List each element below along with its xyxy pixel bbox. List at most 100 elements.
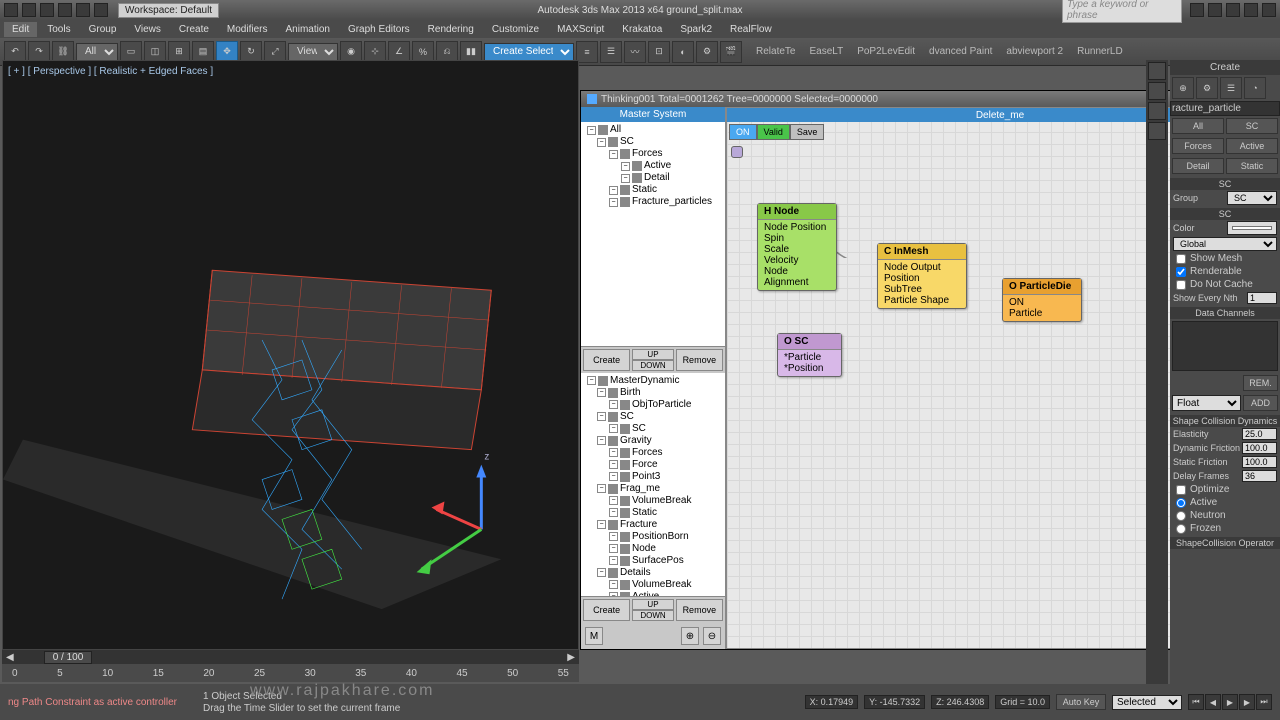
object-name-field[interactable] [1170,101,1280,116]
coord-x[interactable]: X: 0.17949 [805,695,859,709]
optimize-check[interactable] [1176,485,1186,495]
tree-item[interactable]: −MasterDynamic [583,375,723,387]
help-search[interactable]: Type a keyword or phrase [1062,0,1182,23]
forces-button[interactable]: Forces [1172,138,1224,154]
menu-maxscript[interactable]: MAXScript [549,22,612,37]
cp-icon-4[interactable]: ◔ [1244,77,1266,99]
open-icon[interactable] [40,3,54,17]
toolbar-extra[interactable]: abviewport 2 [1000,46,1069,57]
tree-item[interactable]: −Force [583,459,723,471]
tree-item[interactable]: −Static [583,184,723,196]
menu-graph editors[interactable]: Graph Editors [340,22,418,37]
create-button[interactable]: Create [583,349,630,371]
menu-customize[interactable]: Customize [484,22,547,37]
tree-item[interactable]: −VolumeBreak [583,579,723,591]
app-icon[interactable] [4,3,18,17]
goto-start-button[interactable]: ⏮ [1188,694,1204,710]
datachannels-rollout[interactable]: Data Channels [1170,307,1280,319]
toolbar-extra[interactable]: dvanced Paint [923,46,998,57]
delayframes-spinner[interactable] [1242,470,1277,482]
remove-button[interactable]: Remove [676,349,723,371]
valid-toggle[interactable]: Valid [757,124,790,140]
active-button[interactable]: Active [1226,138,1278,154]
sco-rollout[interactable]: ShapeCollision Operator [1170,537,1280,549]
tree-item[interactable]: −ObjToParticle [583,399,723,411]
scd-rollout[interactable]: Shape Collision Dynamics [1170,415,1280,427]
schematic-button[interactable]: ⊡ [648,41,670,63]
cp-icon-3[interactable]: ☰ [1220,77,1242,99]
group-tree[interactable]: −All−SC−Forces−Active−Detail−Static−Frac… [581,122,725,346]
detail-button[interactable]: Detail [1172,158,1224,174]
toolbar-extra[interactable]: EaseLT [803,46,849,57]
viewport-label[interactable]: [ + ] [ Perspective ] [ Realistic + Edge… [8,66,213,77]
sc-rollout-1[interactable]: SC [1170,178,1280,190]
help-icon[interactable] [1208,3,1222,17]
tree-item[interactable]: −SC [583,411,723,423]
dynamic-tree[interactable]: −MasterDynamic−Birth−ObjToParticle−SC−SC… [581,373,725,597]
remove-button-2[interactable]: Remove [676,599,723,621]
h-node[interactable]: H Node Node PositionSpinScaleVelocityNod… [757,203,837,291]
time-slider-handle[interactable]: 0 / 100 [44,651,93,664]
toolbar-extra[interactable]: PoP2LevEdit [851,46,921,57]
add-button[interactable]: ADD [1243,395,1278,411]
tree-item[interactable]: −SC [583,423,723,435]
undo-icon[interactable] [76,3,90,17]
play-button[interactable]: ▶ [1222,694,1238,710]
tree-item[interactable]: −Gravity [583,435,723,447]
menu-tools[interactable]: Tools [39,22,78,37]
min-icon[interactable] [1226,3,1240,17]
elasticity-spinner[interactable] [1242,428,1277,440]
coord-z[interactable]: Z: 246.4308 [931,695,989,709]
color-swatch[interactable] [1227,221,1277,235]
m-button[interactable]: M [585,627,603,645]
on-toggle[interactable]: ON [729,124,757,140]
tree-item[interactable]: −Point3 [583,471,723,483]
tool-btn-2[interactable]: ⊖ [703,627,721,645]
tool-btn-1[interactable]: ⊕ [681,627,699,645]
menu-modifiers[interactable]: Modifiers [219,22,276,37]
tree-item[interactable]: −All [583,124,723,136]
sc-button[interactable]: SC [1226,118,1278,134]
layers-button[interactable]: ☰ [600,41,622,63]
toolbar-extra[interactable]: RunnerLD [1071,46,1129,57]
redo-icon[interactable] [94,3,108,17]
neutron-radio[interactable] [1176,511,1186,521]
tree-item[interactable]: −SurfacePos [583,555,723,567]
menu-rendering[interactable]: Rendering [420,22,482,37]
group-select[interactable]: SC [1227,191,1277,205]
menu-group[interactable]: Group [81,22,125,37]
toolbar-extra[interactable]: RelateTe [750,46,801,57]
menu-realflow[interactable]: RealFlow [722,22,780,37]
render-setup-button[interactable]: ⚙ [696,41,718,63]
all-button[interactable]: All [1172,118,1224,134]
keymode-select[interactable]: Selected [1112,695,1182,710]
time-ruler[interactable]: 0510152025303540455055 [2,664,579,682]
cp-icon-2[interactable]: ⚙ [1196,77,1218,99]
menu-animation[interactable]: Animation [277,22,337,37]
align-button[interactable]: ≡ [576,41,598,63]
renderable-check[interactable] [1176,267,1186,277]
coord-y[interactable]: Y: -145.7332 [864,695,925,709]
create-button-2[interactable]: Create [583,599,630,621]
render-button[interactable]: 🎬 [720,41,742,63]
prev-frame-button[interactable]: ◀ [1205,694,1221,710]
tree-item[interactable]: −Fracture_particles [583,196,723,208]
frozen-radio[interactable] [1176,524,1186,534]
menu-krakatoa[interactable]: Krakatoa [614,22,670,37]
workspace-selector[interactable]: Workspace: Default [118,3,219,18]
o-sc-node[interactable]: O SC *Particle*Position [777,333,842,377]
input-socket[interactable] [731,146,743,158]
tree-item[interactable]: −Birth [583,387,723,399]
tree-item[interactable]: −Detail [583,172,723,184]
time-slider[interactable]: ◀ 0 / 100 ▶ [2,650,579,664]
tree-item[interactable]: −Details [583,567,723,579]
vs-light-icon[interactable] [1148,62,1166,80]
tree-item[interactable]: −VolumeBreak [583,495,723,507]
max-icon[interactable] [1244,3,1258,17]
tree-item[interactable]: −Static [583,507,723,519]
material-editor-button[interactable]: ◐ [672,41,694,63]
autokey-button[interactable]: Auto Key [1056,694,1106,710]
active-radio[interactable] [1176,498,1186,508]
down-button[interactable]: DOWN [632,360,673,371]
dynfriction-spinner[interactable] [1242,442,1277,454]
